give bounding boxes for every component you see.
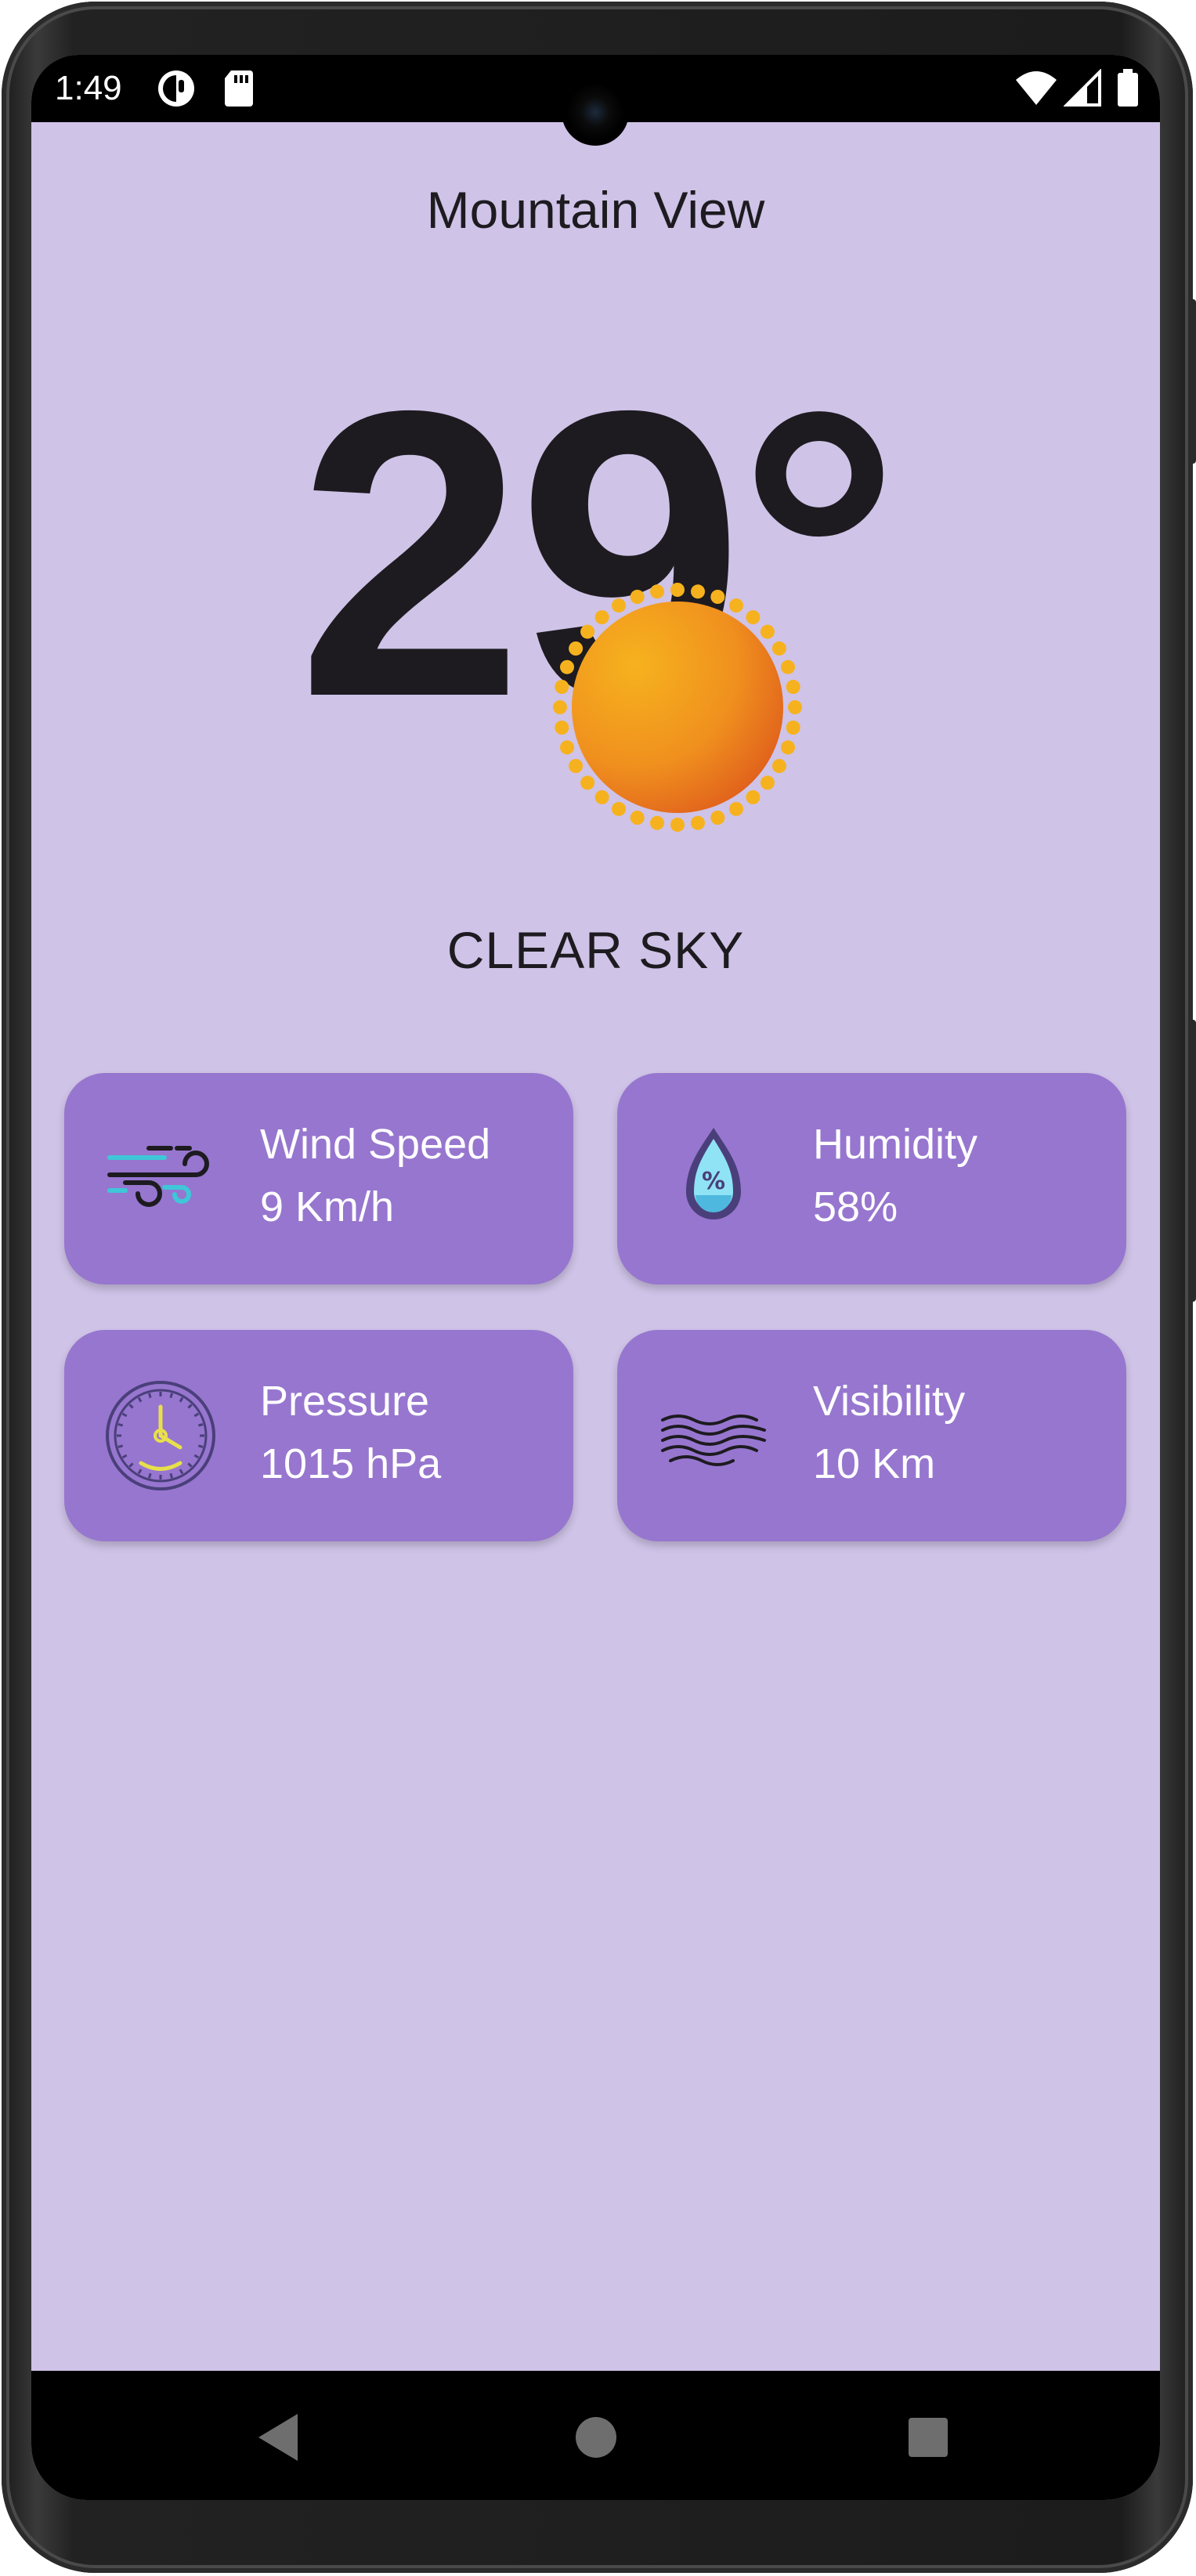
wifi-icon <box>1016 71 1057 105</box>
back-icon[interactable] <box>243 2402 313 2473</box>
visibility-label: Visibility <box>813 1378 966 1425</box>
status-time: 1:49 <box>55 69 122 107</box>
visibility-value: 10 Km <box>813 1440 936 1487</box>
pressure-value: 1015 hPa <box>260 1440 442 1487</box>
wind-speed-label: Wind Speed <box>260 1121 491 1168</box>
city-name: Mountain View <box>426 181 765 239</box>
sd-card-icon <box>225 70 253 107</box>
system-navigation-bar <box>31 2371 1160 2500</box>
volume-button <box>1190 1020 1196 1302</box>
wind-icon <box>107 1146 209 1207</box>
pressure-gauge-icon <box>106 1381 215 1490</box>
app-screen: 1:49 Mountain View 29° CLEAR SKY Wind Sp… <box>31 55 1160 2500</box>
pressure-label: Pressure <box>260 1378 430 1425</box>
pressure-card[interactable]: Pressure 1015 hPa <box>64 1330 573 1541</box>
battery-icon <box>1118 69 1138 107</box>
weather-condition: CLEAR SKY <box>446 921 745 979</box>
visibility-haze-icon <box>661 1414 766 1466</box>
notification-app-icon <box>158 70 194 107</box>
humidity-label: Humidity <box>813 1121 978 1168</box>
recents-icon[interactable] <box>893 2402 963 2473</box>
humidity-value: 58% <box>813 1183 898 1230</box>
front-camera <box>562 78 629 146</box>
home-icon[interactable] <box>561 2402 631 2473</box>
visibility-card[interactable]: Visibility 10 Km <box>617 1330 1126 1541</box>
svg-text:%: % <box>702 1168 725 1195</box>
wind-speed-value: 9 Km/h <box>260 1183 395 1230</box>
phone-device: 1:49 Mountain View 29° CLEAR SKY Wind Sp… <box>0 0 1196 2576</box>
power-button <box>1190 299 1196 464</box>
cell-signal-icon <box>1064 69 1101 107</box>
wind-speed-card[interactable]: Wind Speed 9 Km/h <box>64 1073 573 1284</box>
humidity-icon: % <box>686 1128 741 1219</box>
sun-icon <box>553 583 802 832</box>
humidity-card[interactable]: % Humidity 58% <box>617 1073 1126 1284</box>
